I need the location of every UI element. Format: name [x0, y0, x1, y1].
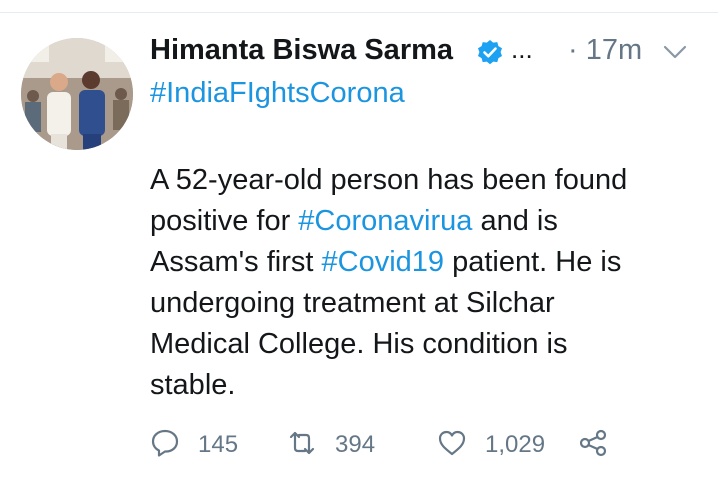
author-name[interactable]: Himanta Biswa Sarma	[150, 34, 453, 67]
tweet-text: positive for	[150, 205, 299, 237]
tweet-line-6: stable.	[150, 369, 236, 401]
top-divider	[0, 12, 718, 13]
tweet-line-1: A 52-year-old person has been found	[150, 164, 628, 196]
tweet-line-2: positive for #Coronavirua and is	[150, 201, 705, 242]
tweet-text: and is	[472, 205, 558, 237]
tweet-line-3: Assam's first #Covid19 patient. He is	[150, 242, 705, 283]
tweet-line-4: undergoing treatment at Silchar	[150, 287, 555, 319]
like-button[interactable]: 1,029	[437, 425, 545, 465]
retweet-count: 394	[335, 431, 376, 458]
tweet-timestamp[interactable]: · 17m	[568, 34, 642, 67]
hashtag-covid19[interactable]: #Covid19	[322, 246, 445, 278]
name-truncation-ellipsis: ...	[511, 34, 533, 64]
share-button[interactable]	[578, 425, 608, 465]
hashtag-coronavirua[interactable]: #Coronavirua	[298, 205, 472, 237]
tweet-text: Assam's first	[150, 246, 322, 278]
tweet-text: patient. He is	[444, 246, 622, 278]
verified-badge-icon	[476, 39, 504, 67]
like-icon	[437, 428, 467, 463]
hashtag-india-fights-corona[interactable]: #IndiaFIghtsCorona	[150, 77, 405, 110]
tweet-header: Himanta Biswa Sarma ... · 17m	[150, 32, 700, 76]
tweet-body: A 52-year-old person has been found posi…	[150, 160, 705, 406]
reply-count: 145	[198, 431, 239, 458]
retweet-icon	[287, 428, 317, 463]
chevron-down-icon[interactable]	[663, 44, 687, 60]
like-count: 1,029	[485, 431, 546, 458]
reply-icon	[150, 428, 180, 463]
author-avatar[interactable]	[21, 38, 133, 150]
reply-button[interactable]: 145	[150, 425, 238, 465]
tweet-line-5: Medical College. His condition is	[150, 328, 568, 360]
tweet-actions: 145 394 1,029	[150, 425, 718, 465]
retweet-button[interactable]: 394	[287, 425, 375, 465]
share-icon	[578, 428, 608, 463]
